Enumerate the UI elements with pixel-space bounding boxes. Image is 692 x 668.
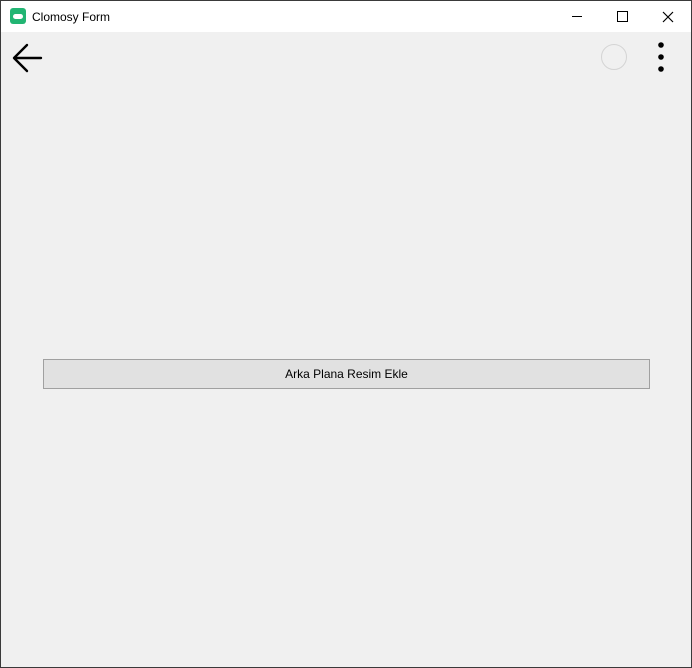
close-button[interactable] xyxy=(645,1,691,32)
add-background-image-button[interactable]: Arka Plana Resim Ekle xyxy=(43,359,650,389)
minimize-icon xyxy=(572,16,582,17)
title-bar[interactable]: Clomosy Form xyxy=(1,1,691,32)
app-window: Clomosy Form Arka Plana Resim Ekle xyxy=(0,0,692,668)
cloud-icon xyxy=(13,13,23,19)
maximize-button[interactable] xyxy=(599,1,645,32)
window-title: Clomosy Form xyxy=(32,10,111,24)
app-icon xyxy=(10,8,26,24)
maximize-icon xyxy=(616,11,628,22)
more-options-icon[interactable] xyxy=(653,41,669,75)
minimize-button[interactable] xyxy=(554,1,600,32)
loading-indicator-icon xyxy=(601,44,627,70)
close-icon xyxy=(662,11,674,22)
back-arrow-icon[interactable] xyxy=(11,41,45,75)
